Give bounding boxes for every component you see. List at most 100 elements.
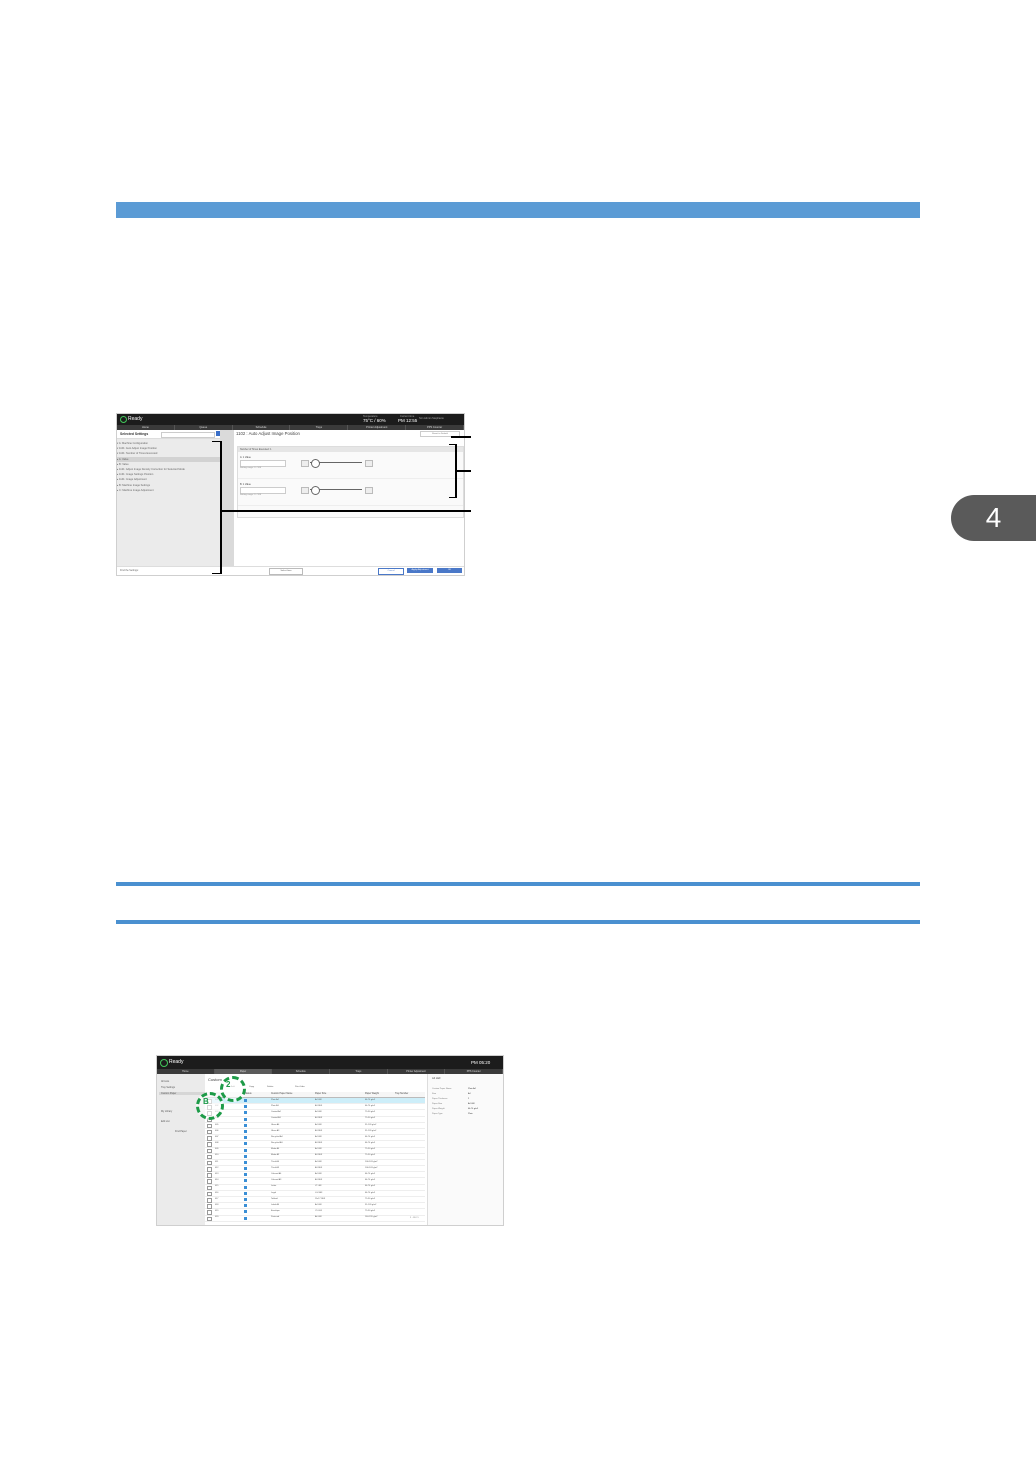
column-header[interactable]: Paper Weight [365,1093,379,1095]
status-icon [244,1105,247,1109]
row-checkbox[interactable] [207,1198,212,1203]
panel-title: Selected Settings [120,432,149,436]
slider-handle[interactable] [311,486,320,495]
table-cell: Gloss A4 [271,1123,280,1126]
status-text: Ready [169,1059,184,1065]
row-checkbox[interactable] [207,1191,212,1197]
user-label: Sim Admin Stephanie [419,417,444,420]
table-cell: Recycled A3 [271,1142,283,1145]
range-hint: Setting range: 0 - 100 [240,467,262,469]
row-number: 015 [215,1185,219,1188]
row-checkbox[interactable] [207,1129,212,1135]
time-value: PM 12:55 [398,418,418,423]
sidebar-item[interactable]: Edit List [161,1120,170,1123]
row-number: 008 [215,1142,219,1145]
cancel-button[interactable]: Cancel [378,568,404,575]
custom-paper-screenshot: Ready PM 05:20 Home Paper Schedule Trays… [156,1055,504,1226]
row-checkbox[interactable] [207,1142,212,1147]
table-cell: Matte A3 [271,1154,280,1157]
copy-button[interactable]: Copy [249,1086,254,1088]
table-cell: LT LEF [315,1185,322,1188]
table-cell: 75-90 g/m² [365,1197,376,1200]
sidebar-item[interactable]: My Library [161,1110,172,1113]
row-checkbox[interactable] [207,1204,212,1209]
settings-group: Number of Times Executed: 1 A: 1 Value S… [237,446,464,518]
table-cell: Recycled A4 [271,1135,283,1138]
column-header[interactable]: Status [245,1093,252,1095]
status-bar: Ready PM 05:20 [157,1056,503,1069]
select-item-button[interactable]: Select Item [269,568,303,575]
table-cell: 64-74 g/m² [365,1191,376,1194]
table-cell: 106-163 g/m² [365,1160,378,1163]
table-cell: Plain A4 [271,1098,279,1101]
settings-tree: ▾ A: Machine Configuration ▾ 1101: Auto … [117,441,220,493]
status-icon [244,1148,247,1152]
row-checkbox[interactable] [207,1123,212,1129]
delete-button[interactable]: Delete [267,1086,273,1088]
print-jobs-button[interactable]: Print Jobs [295,1086,305,1088]
table-cell: A4 LEF [315,1098,322,1101]
sidebar-item[interactable]: Tray Settings [161,1086,175,1089]
table-cell: Label A4 [271,1203,280,1206]
callout-number-2: 2 [226,1080,231,1089]
table-cell: Matte A4 [271,1148,280,1151]
temp-value: 75°C / 60% [363,418,386,423]
status-icon [244,1179,247,1183]
row-checkbox[interactable] [207,1136,212,1141]
row-checkbox[interactable] [207,1154,212,1160]
page-indicator: 1 - 20 / 1 [410,1217,419,1219]
tree-item[interactable]: ▸ C: Machine Image Adjustment [117,488,220,493]
table-cell: 64-74 g/m² [365,1185,376,1188]
value-input[interactable] [240,460,286,467]
table-cell: 75-90 g/m² [365,1210,376,1213]
table-cell: Thick A4 [271,1160,279,1163]
row-checkbox[interactable] [207,1167,212,1172]
section-rule-top [116,882,920,886]
callout-line-2 [456,470,471,472]
table-cell: 106-163 g/m² [365,1166,378,1169]
row-number: 010 [215,1154,219,1157]
find-paper-button[interactable]: Find Paper [175,1130,187,1133]
increase-button[interactable] [365,460,373,467]
apply-button[interactable]: Apply Adjustment [407,568,433,573]
column-header[interactable]: Tray Number [395,1093,408,1095]
status-icon [244,1191,247,1195]
value-input[interactable] [240,487,286,494]
table-cell: Tabloid [271,1197,278,1200]
row-checkbox[interactable] [207,1185,212,1191]
sidebar-item-selected[interactable]: Custom Paper [159,1092,205,1095]
callout-bracket-3-bottom [212,573,221,574]
row-checkbox[interactable] [207,1160,212,1166]
status-icon [244,1198,247,1201]
sidebar-item[interactable]: All Lists [161,1080,169,1083]
table-cell: Coated A3 [271,1117,281,1120]
search-input[interactable] [161,432,215,438]
column-header[interactable]: Custom Paper Name [271,1093,292,1095]
decrease-button[interactable] [301,460,309,467]
ok-button[interactable]: OK [437,568,462,573]
property-label: Custom Paper Name [432,1088,452,1090]
table-cell: 11x17 SEF [315,1197,326,1200]
row-checkbox[interactable] [207,1210,212,1215]
column-header[interactable]: Paper Size [315,1093,326,1095]
increase-button[interactable] [365,487,373,494]
row-number: 017 [215,1197,219,1200]
section-rule-bottom [116,920,920,924]
slider-handle[interactable] [311,459,320,468]
row-number: 013 [215,1173,219,1176]
table-cell: A3 SEF [315,1142,323,1145]
property-value: Plain A4 [468,1088,476,1090]
decrease-button[interactable] [301,487,309,494]
callout-circle-2 [220,1076,246,1102]
status-icon [244,1099,247,1102]
row-checkbox[interactable] [207,1173,212,1178]
row-checkbox[interactable] [207,1179,212,1184]
row-number: 014 [215,1179,219,1182]
page-title: Custom [208,1077,222,1082]
property-value: 64-74 g/m² [468,1108,479,1110]
row-checkbox[interactable] [207,1148,212,1153]
callout-line-3 [221,510,471,512]
table-cell: A4 LEF [315,1148,322,1151]
callout-circle-b [196,1092,224,1120]
table-cell: 91-105 g/m² [365,1203,377,1206]
